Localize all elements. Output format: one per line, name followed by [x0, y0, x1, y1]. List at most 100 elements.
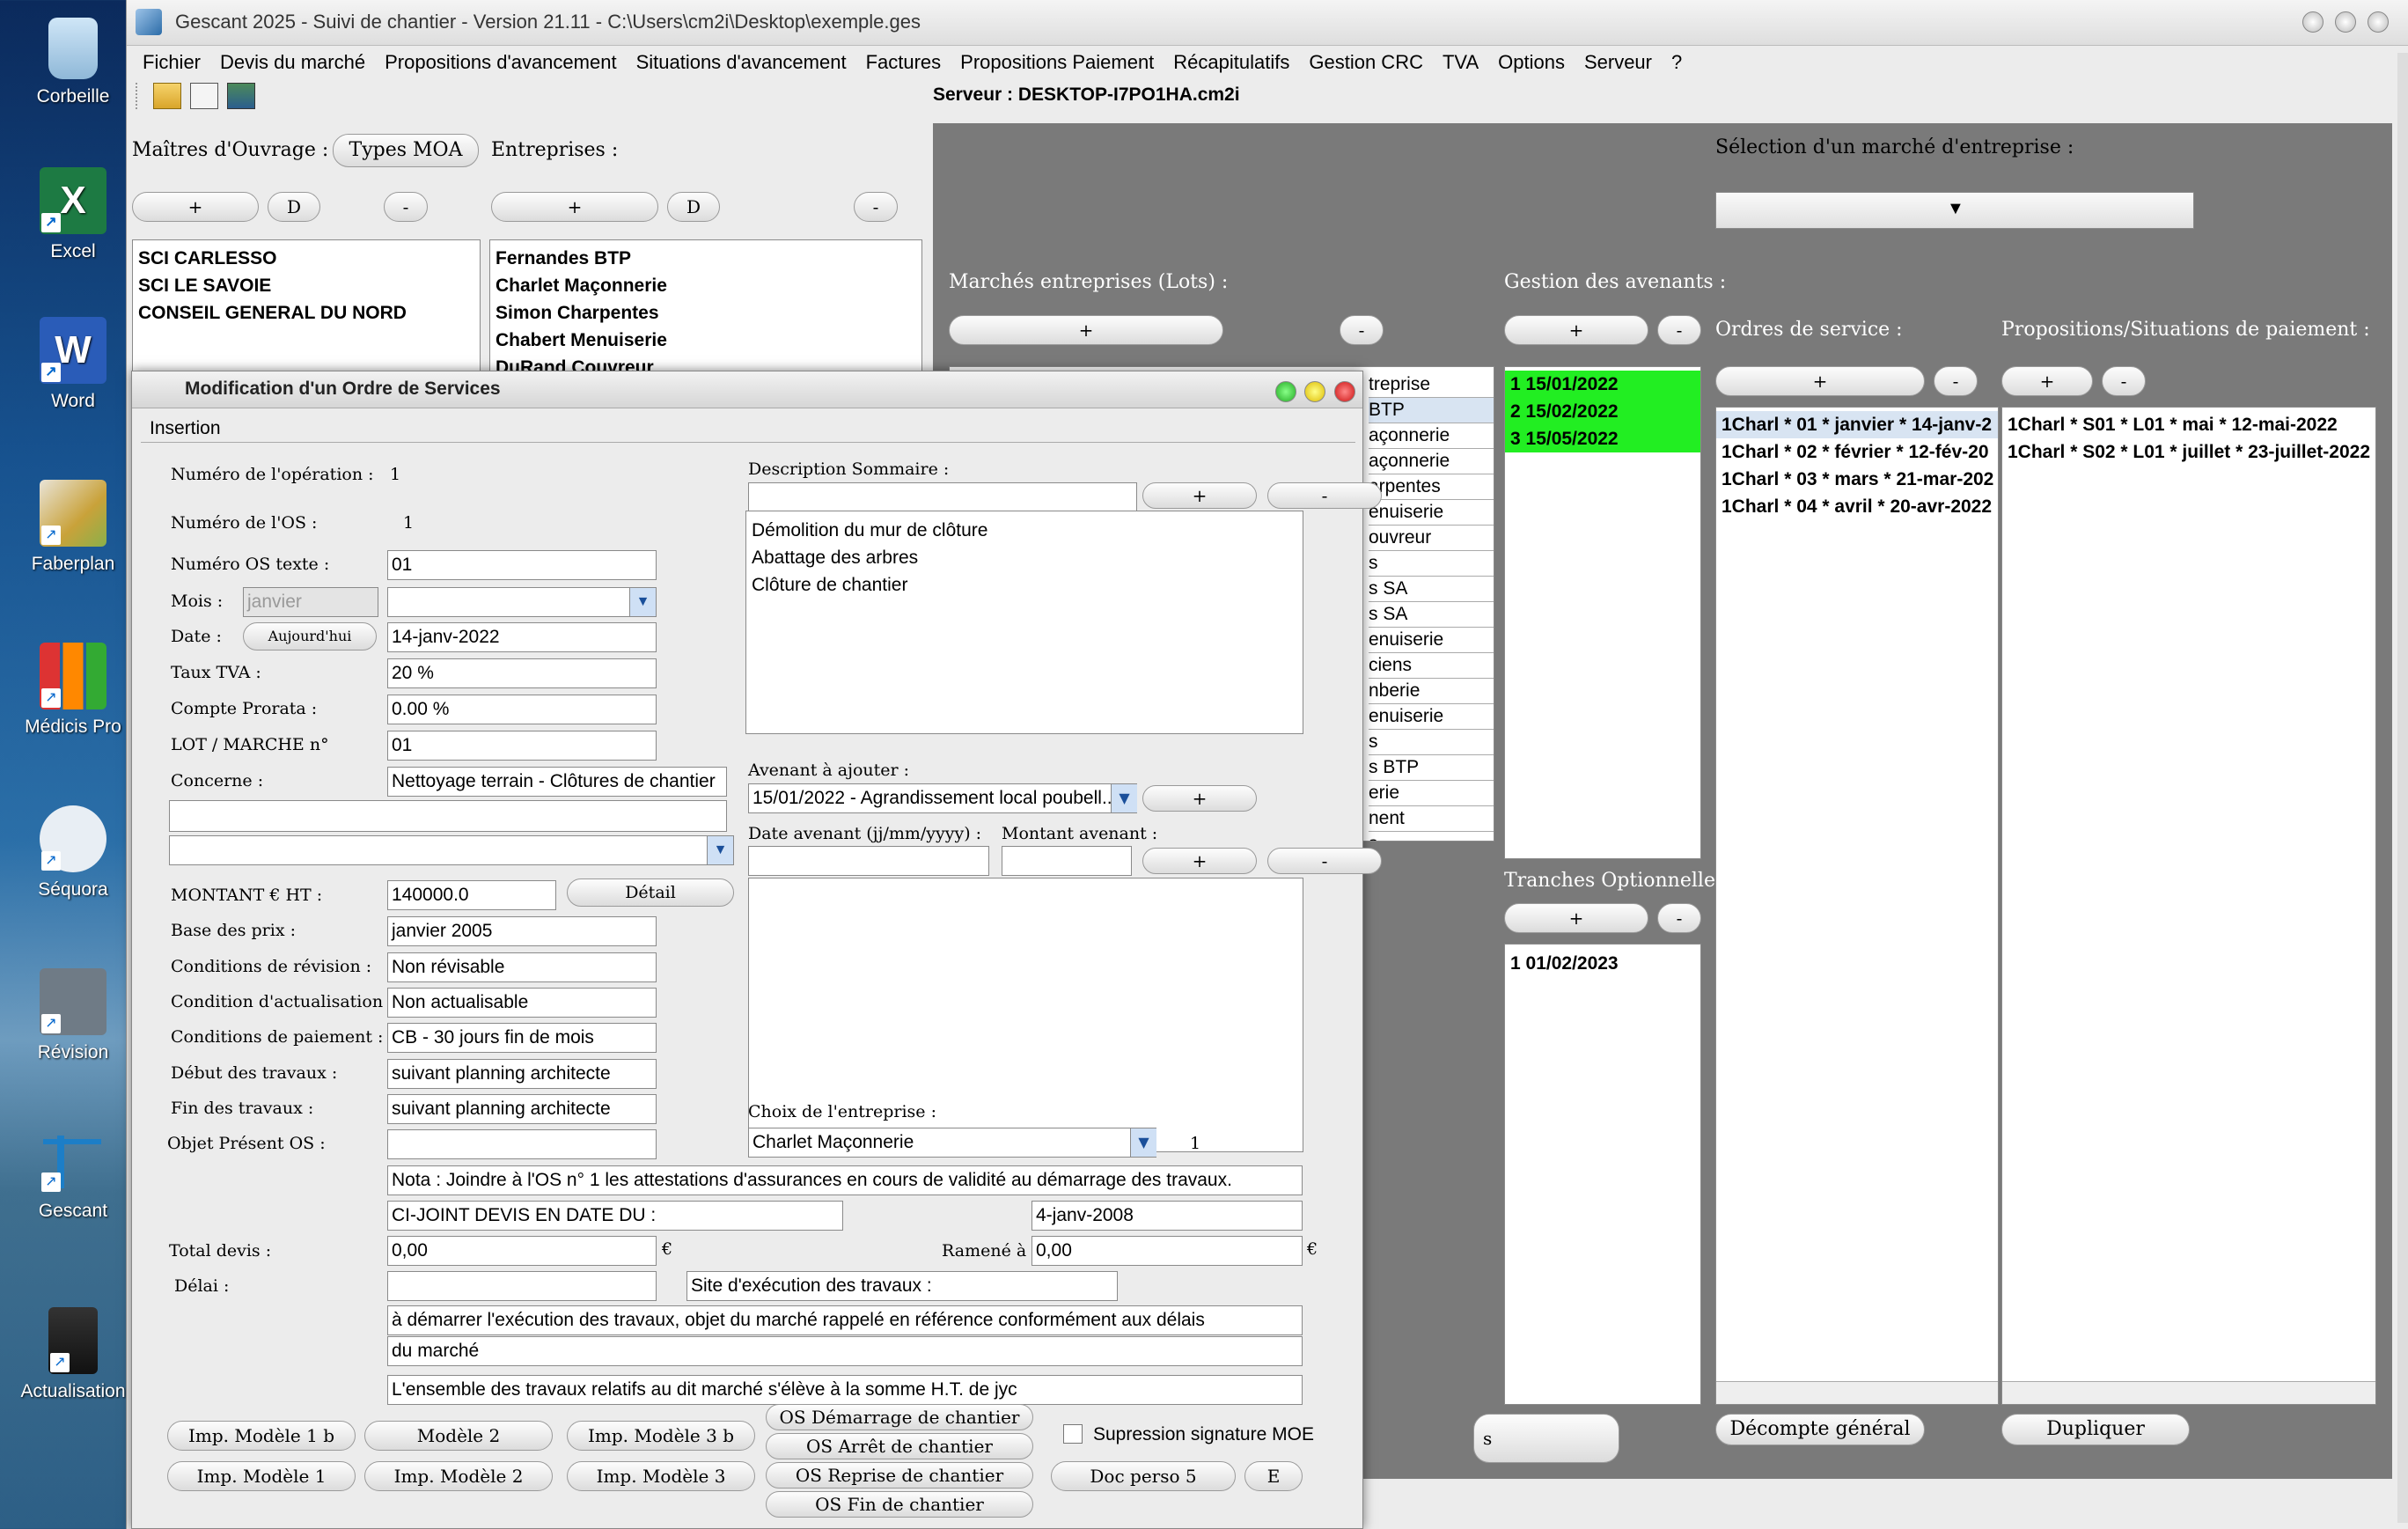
delai-input[interactable] — [387, 1271, 657, 1301]
cijoint-date-field[interactable]: 4-janv-2008 — [1031, 1201, 1303, 1231]
d-moa-button[interactable]: D — [268, 192, 320, 222]
add-avenant-dialog-button[interactable]: + — [1142, 785, 1257, 812]
debut-input[interactable]: suivant planning architecte — [387, 1059, 657, 1089]
os-demarrage-button[interactable]: OS Démarrage de chantier — [766, 1404, 1033, 1430]
add-entreprise-button[interactable]: + — [491, 192, 658, 222]
menu-propositions-paiement[interactable]: Propositions Paiement — [951, 46, 1164, 79]
spreadsheet-icon[interactable] — [190, 83, 218, 109]
list-item[interactable]: Chabert Menuiserie — [490, 327, 921, 354]
desktop-icon-medicis[interactable]: ↗ Médicis Pro — [16, 643, 130, 738]
list-item[interactable]: 1Charl * 01 * janvier * 14-janv-2 — [1716, 411, 1998, 438]
list-item[interactable]: Clôture de chantier — [746, 571, 1303, 599]
text1-field[interactable]: à démarrer l'exécution des travaux, obje… — [387, 1305, 1303, 1335]
fin-input[interactable]: suivant planning architecte — [387, 1094, 657, 1124]
concerne-input[interactable]: Nettoyage terrain - Clôtures de chantier — [387, 767, 727, 797]
imp-modele-3-button[interactable]: Imp. Modèle 3 — [567, 1461, 755, 1491]
props-list[interactable]: 1Charl * S01 * L01 * mai * 12-mai-2022 1… — [2001, 407, 2376, 1405]
aujourdhui-button[interactable]: Aujourd'hui — [243, 622, 377, 651]
modele-2-button[interactable]: Modèle 2 — [364, 1421, 553, 1451]
close-button[interactable] — [2368, 11, 2389, 33]
add-desc-button[interactable]: + — [1142, 482, 1257, 509]
concerne-select[interactable]: ▼ — [169, 835, 734, 865]
list-item[interactable]: açonnerie — [1369, 423, 1494, 449]
remove-entreprise-button[interactable]: - — [854, 192, 898, 222]
decompte-general-button[interactable]: Décompte général — [1715, 1414, 1925, 1445]
minimize-button[interactable] — [2302, 11, 2324, 33]
list-item[interactable]: 1Charl * S01 * L01 * mai * 12-mai-2022 — [2002, 411, 2375, 438]
imp-modele-1b-button[interactable]: Imp. Modèle 1 b — [167, 1421, 356, 1451]
paiement-input[interactable]: CB - 30 jours fin de mois — [387, 1023, 657, 1053]
base-input[interactable]: janvier 2005 — [387, 916, 657, 946]
os-list[interactable]: 1Charl * 01 * janvier * 14-janv-2 1Charl… — [1715, 407, 1999, 1405]
remove-avenant-line-button[interactable]: - — [1267, 848, 1382, 874]
desktop-icon-gescant[interactable]: ↗ Gescant — [16, 1127, 130, 1222]
horizontal-scrollbar[interactable] — [2002, 1381, 2375, 1404]
list-item[interactable]: BTP — [1369, 398, 1494, 423]
list-item[interactable]: SCI LE SAVOIE — [133, 272, 480, 299]
open-folder-icon[interactable] — [153, 83, 181, 109]
list-item[interactable]: Simon Charpentes — [490, 299, 921, 327]
actualisation-input[interactable]: Non actualisable — [387, 988, 657, 1018]
concerne-extra-input[interactable] — [169, 800, 727, 832]
horizontal-scrollbar[interactable] — [1716, 1381, 1998, 1404]
list-item[interactable]: enuiserie — [1369, 704, 1494, 730]
os-reprise-button[interactable]: OS Reprise de chantier — [766, 1462, 1033, 1489]
e-button[interactable]: E — [1244, 1461, 1303, 1491]
os-arret-button[interactable]: OS Arrêt de chantier — [766, 1433, 1033, 1459]
doc-perso-button[interactable]: Doc perso 5 — [1051, 1461, 1236, 1491]
num-os-txt-input[interactable]: 01 — [387, 550, 657, 580]
desktop-icon-corbeille[interactable]: Corbeille — [16, 18, 130, 107]
text3-field[interactable]: L'ensemble des travaux relatifs au dit m… — [387, 1375, 1303, 1405]
menu-factures[interactable]: Factures — [856, 46, 951, 79]
list-item[interactable]: nberie — [1369, 679, 1494, 704]
date-avenant-input[interactable] — [748, 846, 989, 876]
remove-avenant-button[interactable]: - — [1657, 315, 1701, 345]
imp-modele-3b-button[interactable]: Imp. Modèle 3 b — [567, 1421, 755, 1451]
list-item[interactable]: s — [1369, 730, 1494, 755]
dupliquer-button[interactable]: Dupliquer — [2001, 1414, 2190, 1445]
tranches-list[interactable]: 1 01/02/2023 — [1504, 944, 1701, 1405]
montant-avenant-input[interactable] — [1002, 846, 1132, 876]
remove-moa-button[interactable]: - — [384, 192, 428, 222]
mois-select[interactable]: ▼ — [387, 587, 657, 617]
tva-input[interactable]: 20 % — [387, 658, 657, 688]
list-item[interactable]: arpentes — [1369, 474, 1494, 500]
total-input[interactable]: 0,00 — [387, 1236, 657, 1266]
marche-select[interactable]: ▼ — [1715, 192, 2194, 229]
lot-action-button[interactable]: s — [1473, 1414, 1619, 1463]
menu-propositions-avancement[interactable]: Propositions d'avancement — [375, 46, 626, 79]
date-input[interactable]: 14-janv-2022 — [387, 622, 657, 652]
books-icon[interactable] — [227, 83, 255, 109]
text2-field[interactable]: du marché — [387, 1336, 1303, 1366]
site-field[interactable]: Site d'exécution des travaux : — [686, 1271, 1118, 1301]
objet-input[interactable] — [387, 1129, 657, 1159]
ramene-input[interactable]: 0,00 — [1031, 1236, 1303, 1266]
d-entreprise-button[interactable]: D — [667, 192, 720, 222]
chevron-down-icon[interactable]: ▼ — [1111, 784, 1137, 812]
imp-modele-1-button[interactable]: Imp. Modèle 1 — [167, 1461, 356, 1491]
list-item[interactable]: s SA — [1369, 602, 1494, 628]
list-item[interactable]: 3 15/05/2022 — [1505, 425, 1700, 452]
list-item[interactable]: nent — [1369, 806, 1494, 832]
list-item[interactable]: treprise — [1369, 372, 1494, 398]
window-resize-handle[interactable] — [2397, 53, 2408, 1523]
desktop-icon-revision[interactable]: ↗ Révision — [16, 968, 130, 1063]
desktop-icon-word[interactable]: W ↗ Word — [16, 317, 130, 412]
lot-input[interactable]: 01 — [387, 731, 657, 761]
add-tranche-button[interactable]: + — [1504, 903, 1648, 933]
menu-situations[interactable]: Situations d'avancement — [627, 46, 856, 79]
remove-lot-button[interactable]: - — [1340, 315, 1384, 345]
add-avenant-button[interactable]: + — [1504, 315, 1648, 345]
types-moa-button[interactable]: Types MOA — [333, 134, 479, 167]
desktop-icon-excel[interactable]: X ↗ Excel — [16, 167, 130, 262]
add-avenant-line-button[interactable]: + — [1142, 848, 1257, 874]
desktop-icon-actualisation[interactable]: ↗ Actualisation — [16, 1307, 130, 1402]
list-item[interactable]: ouvreur — [1369, 526, 1494, 551]
list-item[interactable]: s — [1369, 832, 1494, 841]
list-item[interactable]: CONSEIL GENERAL DU NORD — [133, 299, 480, 327]
desktop-icon-faberplan[interactable]: ↗ Faberplan — [16, 480, 130, 575]
add-lot-button[interactable]: + — [949, 315, 1223, 345]
chevron-down-icon[interactable]: ▼ — [1130, 1128, 1156, 1157]
prorata-input[interactable]: 0.00 % — [387, 695, 657, 724]
montant-input[interactable]: 140000.0 — [387, 880, 556, 910]
